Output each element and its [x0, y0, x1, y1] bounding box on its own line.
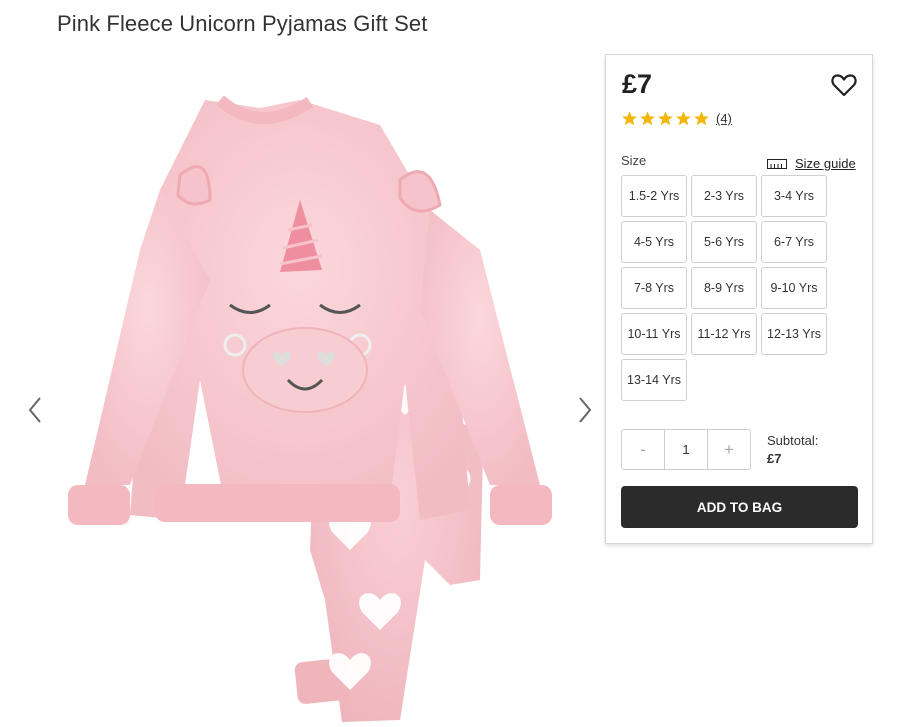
- size-option-button[interactable]: 9-10 Yrs: [761, 267, 827, 309]
- ruler-icon: [767, 158, 787, 169]
- size-option-button[interactable]: 1.5-2 Yrs: [621, 175, 687, 217]
- subtotal-value: £7: [767, 451, 782, 466]
- size-option-button[interactable]: 6-7 Yrs: [761, 221, 827, 263]
- subtotal: Subtotal: £7: [767, 432, 818, 468]
- product-rating: (4): [621, 110, 732, 127]
- size-option-button[interactable]: 3-4 Yrs: [761, 175, 827, 217]
- star-icon: [694, 111, 709, 126]
- size-option-button[interactable]: 12-13 Yrs: [761, 313, 827, 355]
- product-title: Pink Fleece Unicorn Pyjamas Gift Set: [57, 11, 428, 36]
- size-guide-link[interactable]: Size guide: [767, 156, 856, 171]
- product-price: £7: [622, 69, 653, 99]
- size-option-button[interactable]: 13-14 Yrs: [621, 359, 687, 401]
- rating-stars: [621, 110, 710, 127]
- quantity-stepper: - +: [621, 429, 751, 470]
- heart-outline-icon: [831, 74, 857, 97]
- next-image-button[interactable]: [570, 390, 600, 430]
- size-option-button[interactable]: 7-8 Yrs: [621, 267, 687, 309]
- size-option-button[interactable]: 5-6 Yrs: [691, 221, 757, 263]
- product-image: [68, 95, 552, 722]
- size-option-button[interactable]: 4-5 Yrs: [621, 221, 687, 263]
- size-option-button[interactable]: 2-3 Yrs: [691, 175, 757, 217]
- star-icon: [640, 111, 655, 126]
- chevron-left-icon: [28, 397, 41, 423]
- size-option-button[interactable]: 8-9 Yrs: [691, 267, 757, 309]
- previous-image-button[interactable]: [20, 390, 50, 430]
- size-label: Size: [621, 153, 647, 168]
- review-count-link[interactable]: (4): [716, 111, 732, 126]
- star-icon: [676, 111, 691, 126]
- size-option-button[interactable]: 11-12 Yrs: [691, 313, 757, 355]
- add-to-wishlist-button[interactable]: [830, 71, 858, 99]
- purchase-panel: £7 (4) Size Size guide 1.5-2 Yrs 2-3 Yrs 3…: [605, 54, 873, 544]
- chevron-right-icon: [579, 397, 592, 423]
- decrease-quantity-button[interactable]: -: [622, 430, 664, 469]
- product-gallery: [0, 60, 600, 727]
- add-to-bag-button[interactable]: ADD TO BAG: [621, 486, 858, 528]
- subtotal-label: Subtotal:: [767, 433, 819, 448]
- star-icon: [658, 111, 673, 126]
- star-icon: [622, 111, 637, 126]
- size-option-button[interactable]: 10-11 Yrs: [621, 313, 687, 355]
- size-guide-label: Size guide: [795, 156, 856, 171]
- quantity-input[interactable]: [664, 430, 708, 469]
- increase-quantity-button[interactable]: +: [708, 430, 750, 469]
- size-options: 1.5-2 Yrs 2-3 Yrs 3-4 Yrs 4-5 Yrs 5-6 Yrs 6-7…: [621, 175, 831, 401]
